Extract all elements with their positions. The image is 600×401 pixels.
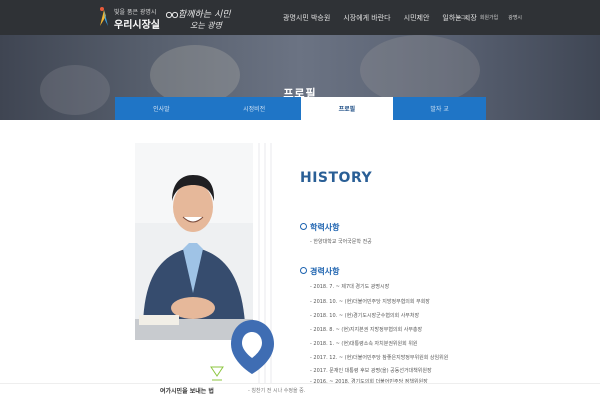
slogan: 함께하는 시민 오는 광명 — [166, 4, 231, 32]
nav-item-mayor[interactable]: 광명시민 박승원 — [283, 13, 330, 23]
career-item: - 2018. 10. ~ (현)경기도시장군수협의회 사무처장 — [310, 313, 420, 319]
career-item: - 2018. 7. ~ 제7대 경기도 광명시장 — [310, 284, 390, 290]
logo-subtitle: 빛을 품은 광명시 — [114, 9, 157, 16]
tab-greeting[interactable]: 인사말 — [115, 97, 208, 120]
education-title: 학력사항 — [310, 223, 340, 232]
tab-footprint[interactable]: 발자 교 — [393, 97, 486, 120]
career-title: 경력사항 — [310, 267, 340, 276]
career-item: - 2018. 1. ~ (현)대통령소속 자치분권위원회 위원 — [310, 341, 418, 347]
circle-bullet-icon — [300, 267, 307, 274]
utility-nav: 로그인 회원가입 광명시 — [456, 0, 532, 35]
triangle-icon — [210, 366, 224, 381]
career-item: - 2017. 12. ~ (현)더불어민주당 참좋은지방정부위원회 상임위원 — [310, 355, 449, 361]
nav-item-proposal[interactable]: 시민제안 — [404, 13, 430, 23]
slogan-line-2: 오는 광명 — [190, 21, 222, 30]
career-item: - 2018. 10. ~ (현)더불어민주당 지방정부협의회 부회장 — [310, 299, 430, 305]
footer-bar: 여가시민을 보내는 법 - 칭찬기 전 시나 수정을 중. — [0, 383, 600, 401]
sub-tabs: 인사말 시정비전 프로필 발자 교 — [115, 97, 486, 120]
login-link[interactable]: 로그인 — [456, 14, 470, 21]
footer-text: - 칭찬기 전 시나 수정을 중. — [248, 388, 306, 394]
tab-profile[interactable]: 프로필 — [300, 97, 394, 120]
site-logo[interactable]: 빛을 품은 광명시 우리시장실 — [98, 4, 160, 32]
history-heading: HISTORY — [300, 170, 373, 186]
nav-item-wish[interactable]: 시장에게 바란다 — [343, 13, 390, 23]
career-heading: 경력사항 — [300, 266, 339, 277]
site-header: 빛을 품은 광명시 우리시장실 함께하는 시민 오는 광명 광명시민 박승원 시… — [0, 0, 600, 35]
slogan-line-1: 함께하는 시민 — [178, 10, 231, 20]
circle-bullet-icon — [300, 223, 307, 230]
signup-link[interactable]: 회원가입 — [480, 14, 498, 21]
footer-title: 여가시민을 보내는 법 — [160, 388, 214, 395]
career-item: - 2017. 문재인 대통령 후보 광명(을) 공동선거대책위원장 — [310, 368, 432, 374]
slogan-mark-icon — [166, 11, 178, 19]
logo-title: 우리시장실 — [114, 20, 160, 31]
career-item: - 2018. 8. ~ (현)지지본권 지방정부협의회 사무총장 — [310, 327, 423, 333]
city-link[interactable]: 광명시 — [508, 14, 522, 21]
education-heading: 학력사항 — [300, 222, 339, 233]
logo-mark-icon — [100, 7, 108, 26]
badge-icon — [231, 320, 274, 374]
tab-vision[interactable]: 시정비전 — [207, 97, 301, 120]
education-item: - 한양대학교 국어국문학 전공 — [310, 239, 372, 245]
mayor-portrait-icon — [135, 143, 253, 340]
mayor-photo — [135, 143, 253, 340]
